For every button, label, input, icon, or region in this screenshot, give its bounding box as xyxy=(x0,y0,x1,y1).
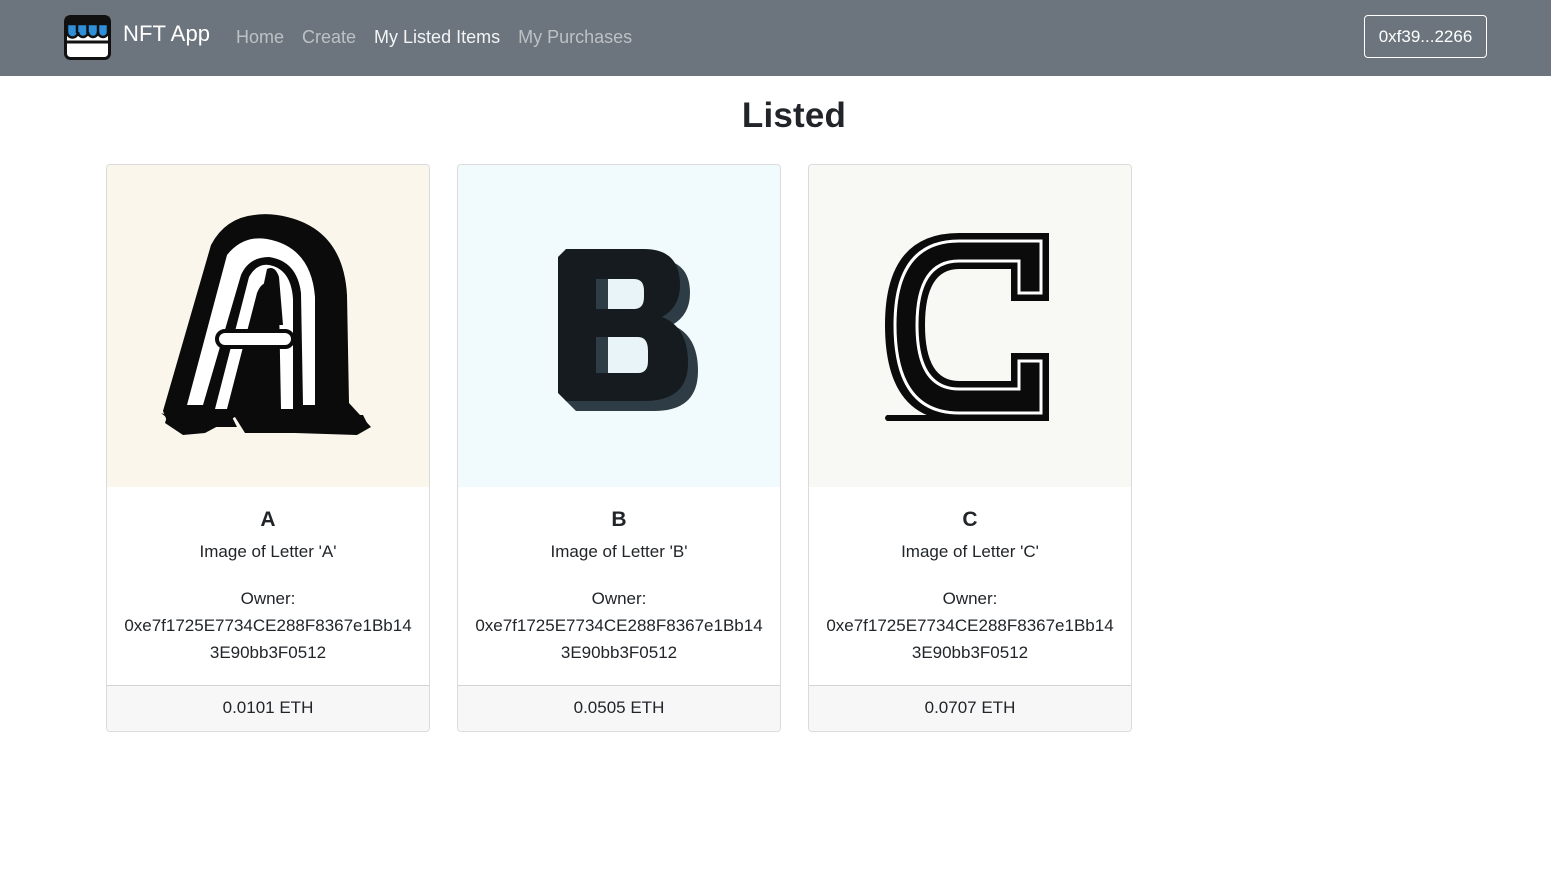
nft-price: 0.0101 ETH xyxy=(107,685,429,731)
nft-owner: Owner: 0xe7f1725E7734CE288F8367e1Bb143E9… xyxy=(809,585,1131,666)
owner-label: Owner: xyxy=(591,589,647,608)
card-body: C Image of Letter 'C' Owner: 0xe7f1725E7… xyxy=(809,487,1131,685)
nft-name: B xyxy=(611,508,627,531)
owner-address: 0xe7f1725E7734CE288F8367e1Bb143E90bb3F05… xyxy=(826,616,1114,662)
nav-link-my-purchases[interactable]: My Purchases xyxy=(518,27,632,48)
brand-link[interactable]: NFT App xyxy=(64,14,210,60)
nft-card: A Image of Letter 'A' Owner: 0xe7f1725E7… xyxy=(106,164,430,732)
owner-address: 0xe7f1725E7734CE288F8367e1Bb143E90bb3F05… xyxy=(124,616,412,662)
listed-items-grid: A Image of Letter 'A' Owner: 0xe7f1725E7… xyxy=(106,164,1159,732)
nav-link-create[interactable]: Create xyxy=(302,27,356,48)
owner-label: Owner: xyxy=(942,589,998,608)
page-title: Listed xyxy=(741,96,847,135)
nav-link-my-listed-items[interactable]: My Listed Items xyxy=(374,27,500,48)
nft-card: C Image of Letter 'C' Owner: 0xe7f1725E7… xyxy=(808,164,1132,732)
nft-description: Image of Letter 'A' xyxy=(199,542,337,561)
nft-image-letter-a xyxy=(107,165,429,487)
nft-image-letter-c xyxy=(809,165,1131,487)
storefront-logo-icon xyxy=(64,14,111,60)
owner-label: Owner: xyxy=(240,589,296,608)
letter-a-image xyxy=(107,165,429,487)
nav-links: Home Create My Listed Items My Purchases xyxy=(236,24,650,50)
nft-owner: Owner: 0xe7f1725E7734CE288F8367e1Bb143E9… xyxy=(458,585,780,666)
letter-c-image xyxy=(809,165,1131,487)
nft-card: B Image of Letter 'B' Owner: 0xe7f1725E7… xyxy=(457,164,781,732)
brand-name: NFT App xyxy=(123,21,211,46)
card-body: B Image of Letter 'B' Owner: 0xe7f1725E7… xyxy=(458,487,780,685)
card-body: A Image of Letter 'A' Owner: 0xe7f1725E7… xyxy=(107,487,429,685)
nav-link-home[interactable]: Home xyxy=(236,27,284,48)
account-button[interactable]: 0xf39...2266 xyxy=(1364,15,1487,58)
nft-image-letter-b xyxy=(458,165,780,487)
nft-description: Image of Letter 'C' xyxy=(901,542,1039,561)
nft-price: 0.0707 ETH xyxy=(809,685,1131,731)
nft-name: C xyxy=(962,508,978,531)
letter-b-image xyxy=(458,165,780,487)
nft-price: 0.0505 ETH xyxy=(458,685,780,731)
nft-owner: Owner: 0xe7f1725E7734CE288F8367e1Bb143E9… xyxy=(107,585,429,666)
owner-address: 0xe7f1725E7734CE288F8367e1Bb143E90bb3F05… xyxy=(475,616,763,662)
nft-description: Image of Letter 'B' xyxy=(550,542,688,561)
navbar: NFT App Home Create My Listed Items My P… xyxy=(0,0,1551,76)
nft-name: A xyxy=(260,508,276,531)
